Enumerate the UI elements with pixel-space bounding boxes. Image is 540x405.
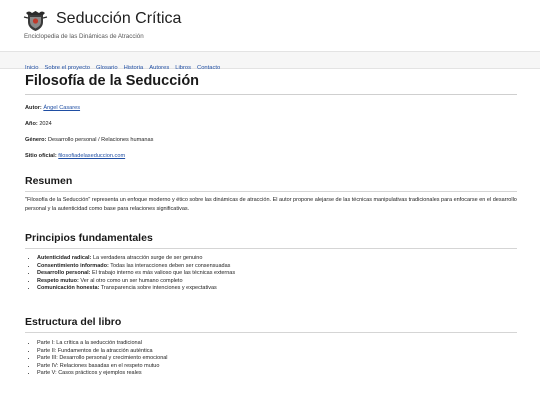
list-item: Autenticidad radical: La verdadera atrac… [37,255,235,263]
meta-year: Año: 2024 [25,121,52,127]
section-heading-structure: Estructura del libro [25,316,517,333]
list-item: Consentimiento informado: Todas las inte… [37,263,235,271]
nav-link-libros[interactable]: Libros [175,65,191,71]
list-item: Parte III: Desarrollo personal y crecimi… [37,355,168,363]
meta-year-value: 2024 [39,121,52,127]
list-item: Parte I: La crítica a la seducción tradi… [37,340,168,348]
list-item: Desarrollo personal: El trabajo interno … [37,270,235,278]
main-nav: Inicio Sobre el proyecto Glosario Histor… [0,51,540,71]
principles-list: Autenticidad radical: La verdadera atrac… [25,255,235,293]
section-heading-principles: Principios fundamentales [25,232,517,249]
site-tagline: Enciclopedia de las Dinámicas de Atracci… [24,33,144,40]
section-heading-summary: Resumen [25,175,517,192]
nav-link-inicio[interactable]: Inicio [25,65,39,71]
meta-website-label: Sitio oficial: [25,153,57,159]
meta-website: Sitio oficial: filosofiadelaseduccion.co… [25,153,125,159]
list-item: Parte II: Fundamentos de la atracción au… [37,348,168,356]
page-title: Filosofía de la Seducción [25,72,517,95]
meta-genre: Género: Desarrollo personal / Relaciones… [25,137,153,143]
article-content: Filosofía de la Seducción Autor: Ángel C… [25,72,517,376]
nav-link-glosario[interactable]: Glosario [96,65,118,71]
site-header: Seducción Crítica Enciclopedia de las Di… [0,0,540,50]
summary-text: "Filosofía de la Seducción" representa u… [25,197,517,212]
list-item: Parte V: Casos prácticos y ejemplos real… [37,370,168,378]
nav-link-autores[interactable]: Autores [149,65,169,71]
list-item: Respeto mutuo: Ver al otro como un ser h… [37,278,235,286]
meta-genre-label: Género: [25,137,47,143]
author-link[interactable]: Ángel Casares [43,105,80,111]
nav-link-historia[interactable]: Historia [124,65,144,71]
meta-year-label: Año: [25,121,38,127]
meta-author: Autor: Ángel Casares [25,105,80,111]
site-title[interactable]: Seducción Crítica [56,10,181,28]
list-item: Comunicación honesta: Transparencia sobr… [37,285,235,293]
website-link[interactable]: filosofiadelaseduccion.com [58,153,125,159]
nav-link-contacto[interactable]: Contacto [197,65,220,71]
shield-crest-icon[interactable] [23,9,48,32]
meta-genre-value: Desarrollo personal / Relaciones humanas [48,137,154,143]
nav-link-sobre-el-proyecto[interactable]: Sobre el proyecto [45,65,90,71]
list-item: Parte IV: Relaciones basadas en el respe… [37,363,168,371]
structure-list: Parte I: La crítica a la seducción tradi… [25,340,168,378]
meta-author-label: Autor: [25,105,42,111]
